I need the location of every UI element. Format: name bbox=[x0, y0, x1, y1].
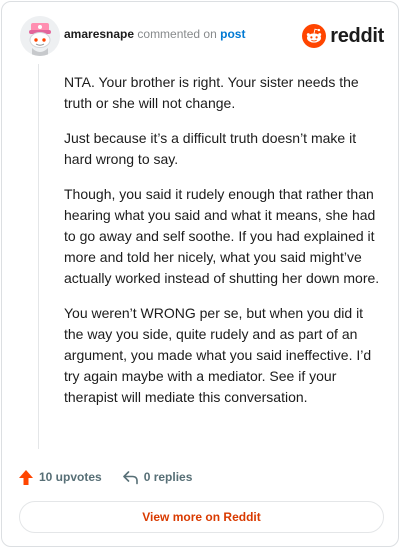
reply-arrow-icon bbox=[122, 470, 138, 484]
post-link[interactable]: post bbox=[220, 27, 245, 41]
reddit-wordmark: reddit bbox=[330, 24, 384, 47]
comment-byline: amaresnape commented on post bbox=[64, 27, 245, 41]
comment-header: amaresnape commented on post reddit bbox=[20, 16, 384, 56]
thread-line bbox=[38, 64, 39, 449]
comment-paragraph: NTA. Your brother is right. Your sister … bbox=[64, 74, 359, 111]
comment-actions: 10 upvotes 0 replies bbox=[18, 466, 192, 488]
comment-body: NTA. Your brother is right. Your sister … bbox=[64, 72, 386, 422]
upvote-button[interactable]: 10 upvotes bbox=[18, 469, 102, 486]
comment-paragraph: You weren’t WRONG per se, but when you d… bbox=[64, 305, 372, 405]
user-avatar[interactable] bbox=[20, 16, 60, 56]
reply-count: 0 replies bbox=[143, 470, 193, 484]
comment-paragraph: Just because it’s a difficult truth does… bbox=[64, 130, 357, 167]
replies-button[interactable]: 0 replies bbox=[122, 470, 193, 485]
username-link[interactable]: amaresnape bbox=[64, 27, 134, 41]
reddit-snoo-icon bbox=[302, 24, 327, 48]
embedded-comment-card: amaresnape commented on post reddit NTA.… bbox=[1, 1, 399, 547]
view-more-button[interactable]: View more on Reddit bbox=[19, 501, 384, 533]
snoo-avatar-icon bbox=[20, 16, 60, 56]
commented-on-label: commented on bbox=[137, 27, 217, 41]
reddit-logo[interactable]: reddit bbox=[302, 23, 384, 49]
upvote-arrow-icon bbox=[19, 469, 33, 485]
upvote-count: 10 upvotes bbox=[39, 470, 102, 484]
comment-paragraph: Though, you said it rudely enough that r… bbox=[64, 186, 380, 286]
